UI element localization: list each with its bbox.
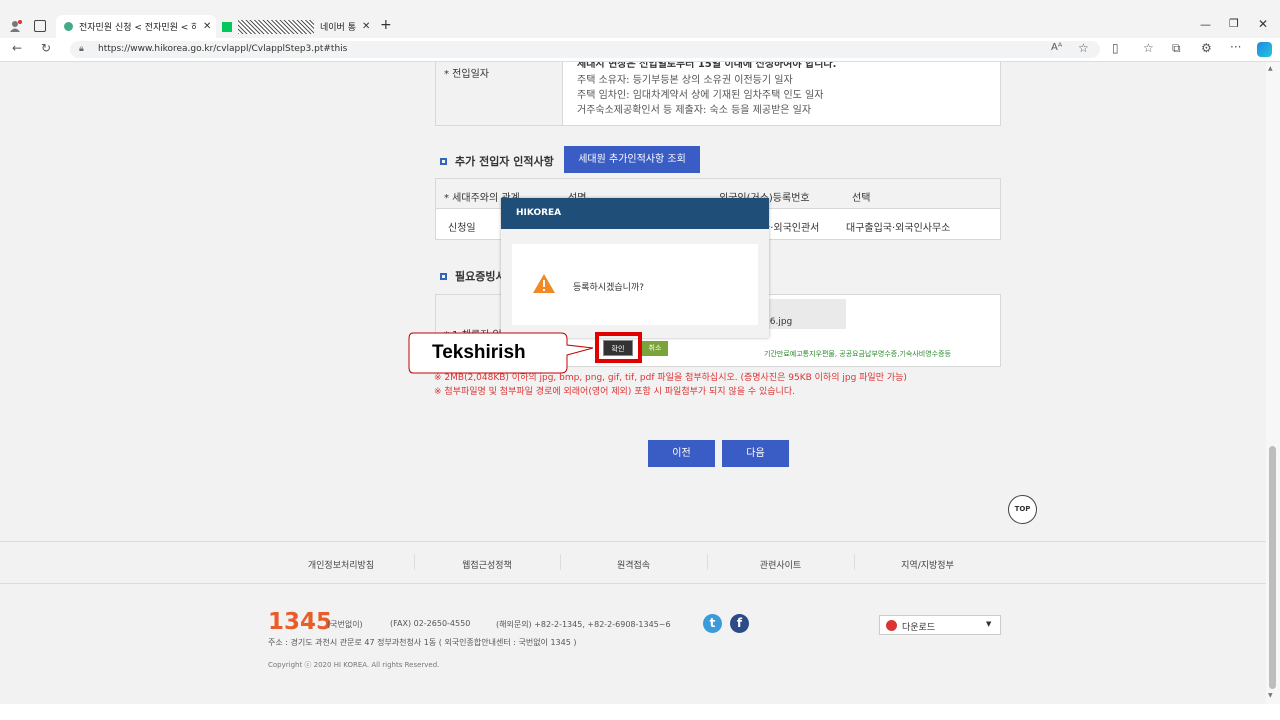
confirm-button[interactable]: 확인 [603,340,633,356]
row-office: 대구출입국·외국인사무소 [846,223,951,234]
scroll-down-icon[interactable]: ▼ [1268,692,1273,699]
copilot-icon[interactable] [1257,42,1272,57]
site-favicon-icon [64,22,73,31]
next-button[interactable]: 다음 [722,440,789,467]
refresh-icon[interactable]: ↻ [41,41,51,55]
scroll-top-button[interactable]: TOP [1008,495,1037,524]
dialog-title: HIKOREA [501,198,769,229]
residence-line-2: 주택 소유자: 등기부등본 상의 소유권 이전등기 일자 [577,75,793,86]
lock-icon: 🔒︎ [79,44,84,54]
restore-icon[interactable]: ❐ [1229,17,1239,30]
section-title-documents: 필요증빙서 [440,268,506,284]
close-icon[interactable]: ✕ [362,21,370,32]
bullet-icon [440,157,447,165]
residence-table: * 전입일자 세대시 현장은 전입일로부터 15일 이내에 신청하여야 합니다.… [435,62,1001,126]
footer-link-accessibility[interactable]: 웹접근성정책 [414,558,560,571]
favorite-star-icon[interactable]: ☆ [1078,41,1089,55]
file-name-field[interactable]: 56.jpg [756,299,846,329]
redacted-tab-title [238,19,314,34]
residence-line-3: 주택 임차인: 임대차계약서 상에 기재된 임차주택 인도 일자 [577,90,824,101]
split-screen-icon[interactable]: ▯ [1112,41,1119,55]
favorites-icon[interactable]: ☆ [1143,41,1154,55]
download-select[interactable]: 다운로드 ▼ [879,615,1001,635]
prev-button[interactable]: 이전 [648,440,715,467]
residence-line-1: 세대시 현장은 전입일로부터 15일 이내에 신청하여야 합니다. [577,62,837,70]
callout-text: Tekshirish [432,342,526,363]
row-office-type: 국·외국인관서 [761,223,820,234]
twitter-icon[interactable]: t [703,614,722,633]
read-aloud-icon[interactable]: Aᴬ [1051,42,1062,53]
address-field[interactable]: 🔒︎ https://www.hikorea.go.kr/cvlappl/Cvl… [70,41,1100,58]
chevron-down-icon: ▼ [986,620,992,628]
dialog-body: 등록하시겠습니까? [512,244,758,325]
extensions-icon[interactable]: ⚙ [1201,41,1212,55]
footer-divider [0,541,1266,542]
document-examples: 기간만료예고통지우편물, 공공요금납부영수증,기숙사비영수증등 [764,350,951,358]
back-icon[interactable]: ← [12,41,22,55]
facebook-icon[interactable]: f [730,614,749,633]
residence-line-4: 거주숙소제공확인서 등 제출자: 숙소 등을 제공받은 일자 [577,105,812,116]
overseas-contact: (해외문의) +82-2-1345, +82-2-6908-1345~6 [496,620,671,629]
lookup-household-button[interactable]: 세대원 추가인적사항 조회 [564,146,700,173]
bullet-icon [440,272,447,280]
upload-note-2: ※ 첨부파일명 및 첨부파일 경로에 외래어(영어 제외) 포함 시 파일첨부가… [434,387,795,397]
collections-icon[interactable]: ⧉ [1172,41,1181,56]
tab-hikorea[interactable]: 전자민원 신청 < 전자민원 < 하이 ✕ [56,15,216,38]
footer-link-related[interactable]: 관련사이트 [707,558,854,571]
footer-link-privacy[interactable]: 개인정보처리방침 [268,558,414,571]
window-close-icon[interactable]: ✕ [1258,17,1268,31]
confirm-dialog: HIKOREA 등록하시겠습니까? [501,198,769,338]
page-viewport: * 전입일자 세대시 현장은 전입일로부터 15일 이내에 신청하여야 합니다.… [0,62,1266,704]
tab-naver[interactable]: 네이버 통 ✕ [218,15,373,38]
url-text: https://www.hikorea.go.kr/cvlappl/Cvlapp… [98,44,348,54]
warning-icon [533,274,555,293]
tab-actions-icon[interactable] [34,20,46,32]
pdf-icon [886,620,897,631]
fax-number: (FAX) 02-2650-4550 [390,619,471,628]
scrollbar-thumb[interactable] [1269,446,1276,689]
footer-copyright: Copyright ⓒ 2020 HI KOREA. All rights Re… [268,661,440,669]
scroll-up-icon[interactable]: ▲ [1268,65,1273,72]
minimize-icon[interactable]: — [1200,18,1211,31]
section-title-additional: 추가 전입자 인적사항 [440,153,554,169]
cancel-button[interactable]: 취소 [642,341,668,356]
tab-title: 전자민원 신청 < 전자민원 < 하이 [79,23,197,33]
residence-label: * 전입일자 [444,69,489,80]
naver-favicon-icon [222,21,232,32]
new-tab-icon[interactable]: + [380,17,392,33]
header-select: 선택 [852,193,871,204]
footer-link-remote[interactable]: 원격접속 [560,558,707,571]
profile-icon[interactable] [8,18,24,34]
tab-title: 네이버 통 [320,23,356,33]
close-icon[interactable]: ✕ [203,21,211,32]
helpline-note: (국번없이) [327,620,363,629]
footer-link-local-gov[interactable]: 지역/지방정부 [854,558,1001,571]
helpline-number: 1345 [268,609,333,635]
more-menu-icon[interactable]: ··· [1230,40,1241,54]
footer-address: 주소 : 경기도 과천시 관문로 47 정부과천청사 1동 ( 외국인종합안내센… [268,638,577,647]
row-apply-date: 신청일 [448,223,476,234]
dialog-message: 등록하시겠습니까? [573,283,645,293]
